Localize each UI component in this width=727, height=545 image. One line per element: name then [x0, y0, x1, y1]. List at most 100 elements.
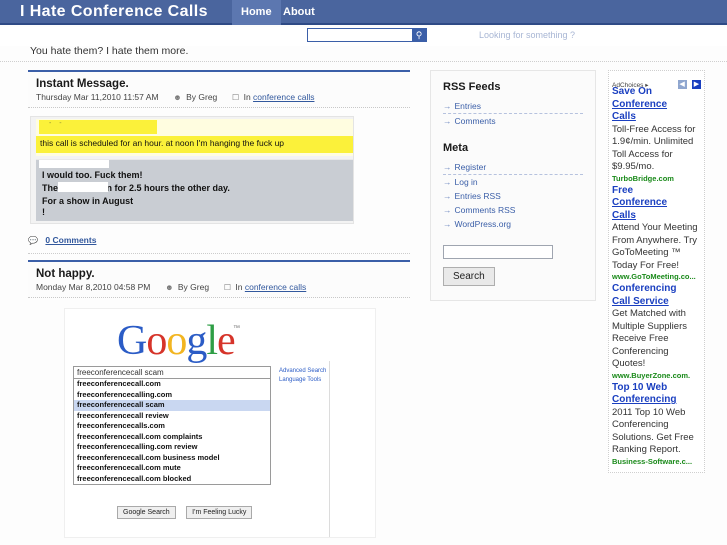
post-comments-link[interactable]: 0 Comments [45, 235, 96, 245]
google-button-row: Google Search I'm Feeling Lucky [117, 501, 258, 519]
sidebar-item-register[interactable]: → Register [443, 160, 583, 175]
google-advanced-search-link[interactable]: Advanced Search [279, 367, 326, 376]
ad-title[interactable]: Conferencing Call Service [612, 283, 701, 308]
post-not-happy: Not happy. Monday Mar 8,2010 04:58 PM ☻ … [28, 260, 410, 538]
ad-body: 2011 Top 10 Web Conferencing Solutions. … [612, 406, 694, 456]
feeling-lucky-button[interactable]: I'm Feeling Lucky [186, 506, 253, 519]
post-author-2: By Greg [177, 282, 210, 292]
sidebar-item-entries-rss[interactable]: → Entries RSS [443, 189, 583, 203]
ad-carousel-arrows: ◀ ▶ [677, 73, 701, 91]
google-right-links: Advanced Search Language Tools [279, 367, 326, 385]
search-box: ⚲ [307, 28, 427, 42]
ad-prev-icon[interactable]: ◀ [677, 80, 687, 89]
post-category-link-2[interactable]: conference calls [245, 282, 306, 292]
sidebar-search-button[interactable]: Search [443, 267, 495, 286]
arrow-icon: → [443, 219, 452, 229]
search-input[interactable] [308, 29, 412, 41]
author-icon: ☻ [173, 93, 182, 102]
google-search-button[interactable]: Google Search [117, 506, 176, 519]
sidebar-item-label: Comments RSS [454, 205, 516, 215]
sidebar-item-label: Register [454, 162, 487, 172]
im-redacted-name-2 [39, 160, 109, 168]
nav-item-about[interactable]: About [274, 0, 324, 25]
ad-body: Attend Your Meeting From Anywhere. Try G… [612, 222, 698, 271]
post-date: Thursday Mar 11,2010 11:57 AM [36, 92, 159, 102]
instant-message-screenshot: - - this call is scheduled for an hour. … [30, 116, 354, 224]
post-header-2: Not happy. Monday Mar 8,2010 04:58 PM ☻ … [28, 260, 410, 298]
ad-title-line: Conference [612, 197, 668, 208]
sidebar-item-label: WordPress.org [454, 219, 512, 229]
post-in-label-2: In [235, 282, 243, 292]
im-gray-line-1: I would too. Fuck them! [42, 170, 143, 180]
im-redacted-name-text: - - [49, 120, 65, 127]
ad-body: Get Matched with Multiple Suppliers Rece… [612, 308, 687, 369]
google-suggestion-item[interactable]: freeconferencecall.com business model [74, 453, 270, 464]
ad-url[interactable]: www.BuyerZone.com. [612, 371, 701, 380]
google-suggestion-item[interactable]: freeconferencecall.com mute [74, 463, 270, 474]
ad-title[interactable]: Free Conference Calls [612, 185, 701, 223]
google-suggestion-item[interactable]: freeconferencecall.com complaints [74, 432, 270, 443]
google-suggestion-item-selected[interactable]: freeconferencecall scam [74, 400, 270, 411]
im-redaction-block [58, 182, 108, 192]
sidebar-item-comments-rss[interactable]: → Comments RSS [443, 203, 583, 217]
folder-icon-2: ☐ [223, 283, 231, 292]
google-suggestion-item[interactable]: freeconferencecalls.com [74, 421, 270, 432]
sidebar-search-input[interactable] [444, 250, 552, 262]
sidebar-item-label: Entries RSS [454, 191, 501, 201]
sidebar-search-box [443, 245, 553, 262]
post-in-label: In [243, 92, 251, 102]
google-suggestion-item[interactable]: freeconferencecall.com [74, 379, 270, 390]
sidebar-item-label: Log in [454, 177, 478, 187]
ad-title-line: Top 10 Web [612, 381, 668, 393]
ad-body: Toll-Free Access for 1.9¢/min. Unlimited… [612, 123, 696, 173]
google-suggestion-item[interactable]: freeconferencecall review [74, 411, 270, 422]
post-instant-message: Instant Message. Thursday Mar 11,2010 11… [28, 70, 410, 254]
ad-item: Save On Conference Calls Toll-Free Acces… [612, 86, 701, 183]
google-query-text: freeconferencecall scam [77, 368, 164, 377]
adchoices-text: AdChoices [612, 82, 644, 89]
sidebar-item-login[interactable]: → Log in [443, 175, 583, 189]
ad-item: Free Conference Calls Attend Your Meetin… [612, 185, 701, 282]
author-icon-2: ☻ [165, 283, 174, 292]
arrow-icon: → [443, 162, 452, 172]
sidebar-heading-meta: Meta [443, 142, 469, 154]
google-search-input[interactable]: freeconferencecall scam [73, 366, 271, 379]
search-icon[interactable]: ⚲ [412, 29, 426, 41]
sidebar-item-entries[interactable]: → Entries [443, 99, 583, 114]
sidebar-item-label: Entries [454, 101, 481, 111]
post-category-link[interactable]: conference calls [253, 92, 314, 102]
page-root: I Hate Conference Calls Home About Looki… [0, 0, 727, 545]
sidebar-item-wordpress[interactable]: → WordPress.org [443, 217, 583, 231]
arrow-icon: → [443, 177, 452, 187]
post-title: Instant Message. [36, 78, 129, 90]
arrow-icon: → [443, 116, 452, 126]
ad-url[interactable]: TurboBridge.com [612, 174, 701, 183]
adchoices-label[interactable]: AdChoices ▸ [612, 82, 649, 89]
google-suggestion-item[interactable]: freeconferencecalling.com review [74, 442, 270, 453]
post-meta-2: Monday Mar 8,2010 04:58 PM ☻ By Greg ☐ I… [36, 282, 402, 292]
ad-title-line: Conferencing [612, 283, 677, 294]
google-suggestion-list: freeconferencecall.com freeconferencecal… [73, 379, 271, 485]
ad-url[interactable]: www.GoToMeeting.co... [612, 272, 701, 281]
post-comments-bar: 💬 0 Comments [28, 230, 410, 254]
google-tm-mark: ™ [233, 325, 240, 332]
ad-title-line: Calls [612, 209, 636, 221]
ad-title[interactable]: Top 10 Web Conferencing [612, 382, 701, 407]
ad-url[interactable]: Business-Software.c... [612, 457, 701, 466]
site-tagline: You hate them? I hate them more. [30, 45, 189, 57]
google-right-divider [329, 361, 330, 537]
ad-next-icon[interactable]: ▶ [692, 80, 701, 89]
tagline-bar: You hate them? I hate them more. [0, 44, 727, 62]
ad-title[interactable]: Save On Conference Calls [612, 86, 701, 124]
post-date-2: Monday Mar 8,2010 04:58 PM [36, 282, 151, 292]
post-author: By Greg [186, 92, 218, 102]
google-suggestion-item[interactable]: freeconferencecalling.com [74, 390, 270, 401]
im-gray-line-3: For a show in August [42, 196, 134, 206]
search-label: Looking for something ? [478, 30, 575, 40]
google-suggestion-item[interactable]: freeconferencecall.com blocked [74, 474, 270, 485]
info-triangle-icon: ▸ [645, 82, 649, 89]
ad-title-line: Conference [612, 98, 668, 110]
google-logo: Google [117, 318, 236, 364]
sidebar-item-comments[interactable]: → Comments [443, 114, 583, 128]
google-language-tools-link[interactable]: Language Tools [279, 376, 326, 385]
